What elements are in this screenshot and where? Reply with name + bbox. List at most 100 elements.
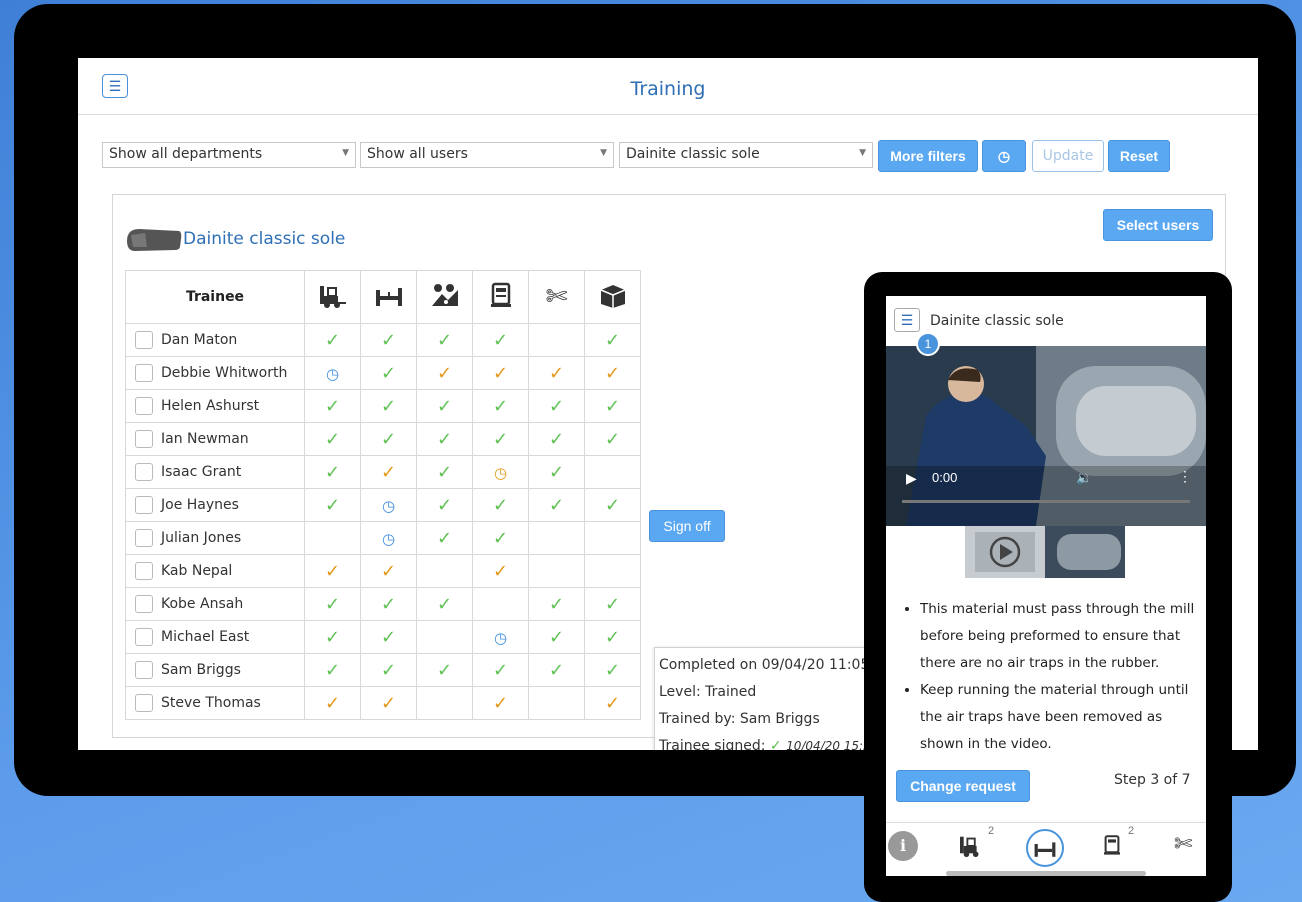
status-cell[interactable]: ✓ (584, 686, 641, 720)
press-icon[interactable] (1100, 833, 1124, 863)
status-cell[interactable]: ✓ (472, 422, 529, 456)
status-cell[interactable]: ✓ (472, 323, 529, 357)
info-icon[interactable]: i (888, 831, 918, 861)
status-cell[interactable]: ◷ (304, 356, 361, 390)
status-cell[interactable]: ✓ (416, 389, 473, 423)
status-cell[interactable]: ✓ (360, 356, 417, 390)
department-select[interactable]: Show all departments ▼ (102, 142, 356, 168)
status-cell[interactable]: ✓ (528, 422, 585, 456)
status-cell[interactable] (528, 554, 585, 588)
status-cell[interactable]: ✓ (416, 521, 473, 555)
phone-hamburger-menu-icon[interactable]: ☰ (894, 308, 920, 332)
training-video[interactable]: ▶ 0:00 🔉 ⋮ (886, 346, 1206, 526)
status-cell[interactable]: ✓ (416, 455, 473, 489)
status-cell[interactable]: ✓ (584, 653, 641, 687)
status-cell[interactable] (416, 686, 473, 720)
status-cell[interactable]: ✓ (416, 323, 473, 357)
mill-icon[interactable] (1026, 829, 1064, 867)
status-cell[interactable]: ✓ (304, 455, 361, 489)
trainee-checkbox[interactable] (135, 397, 153, 415)
update-button[interactable]: Update (1032, 140, 1104, 172)
status-cell[interactable]: ✓ (584, 620, 641, 654)
more-options-icon[interactable]: ⋮ (1178, 468, 1192, 485)
trainee-checkbox[interactable] (135, 463, 153, 481)
play-icon[interactable]: ▶ (906, 470, 917, 487)
thumbnail-strip-image[interactable] (965, 526, 1125, 578)
status-cell[interactable] (416, 554, 473, 588)
trainee-checkbox[interactable] (135, 694, 153, 712)
status-cell[interactable]: ✓ (472, 389, 529, 423)
status-cell[interactable]: ✓ (360, 554, 417, 588)
more-filters-button[interactable]: More filters (878, 140, 978, 172)
users-select[interactable]: Show all users ▼ (360, 142, 614, 168)
change-request-button[interactable]: Change request (896, 770, 1030, 802)
status-cell[interactable]: ✓ (416, 422, 473, 456)
status-cell[interactable]: ✓ (360, 455, 417, 489)
status-cell[interactable]: ✓ (304, 389, 361, 423)
status-cell[interactable]: ✓ (304, 587, 361, 621)
status-cell[interactable]: ✓ (528, 488, 585, 522)
status-cell[interactable] (584, 521, 641, 555)
status-cell[interactable]: ✓ (528, 455, 585, 489)
status-cell[interactable]: ✓ (416, 653, 473, 687)
status-cell[interactable]: ✓ (528, 587, 585, 621)
video-progress-track[interactable] (902, 500, 1190, 503)
volume-icon[interactable]: 🔉 (1076, 470, 1092, 486)
status-cell[interactable]: ✓ (304, 422, 361, 456)
status-cell[interactable]: ✓ (528, 653, 585, 687)
trainee-checkbox[interactable] (135, 628, 153, 646)
trainee-checkbox[interactable] (135, 562, 153, 580)
status-cell[interactable]: ✓ (416, 587, 473, 621)
trainee-checkbox[interactable] (135, 496, 153, 514)
status-cell[interactable]: ✓ (360, 389, 417, 423)
status-cell[interactable]: ◷ (360, 521, 417, 555)
status-cell[interactable] (528, 686, 585, 720)
status-cell[interactable]: ✓ (584, 323, 641, 357)
trainee-checkbox[interactable] (135, 595, 153, 613)
status-cell[interactable]: ◷ (472, 620, 529, 654)
status-cell[interactable]: ✓ (472, 554, 529, 588)
status-cell[interactable]: ✓ (472, 521, 529, 555)
status-cell[interactable]: ✓ (360, 323, 417, 357)
status-cell[interactable]: ✓ (360, 686, 417, 720)
trainee-checkbox[interactable] (135, 331, 153, 349)
status-cell[interactable]: ✓ (584, 422, 641, 456)
status-cell[interactable] (416, 620, 473, 654)
status-cell[interactable]: ✓ (472, 356, 529, 390)
status-cell[interactable]: ✓ (528, 389, 585, 423)
status-cell[interactable]: ✓ (584, 587, 641, 621)
scissors-icon[interactable]: ✄ (1174, 831, 1192, 857)
status-cell[interactable] (584, 554, 641, 588)
status-cell[interactable] (304, 521, 361, 555)
product-select[interactable]: Dainite classic sole ▼ (619, 142, 873, 168)
status-cell[interactable]: ✓ (472, 488, 529, 522)
status-cell[interactable]: ✓ (528, 356, 585, 390)
status-cell[interactable]: ◷ (472, 455, 529, 489)
status-cell[interactable]: ✓ (304, 488, 361, 522)
forklift-icon[interactable] (958, 833, 986, 863)
status-cell[interactable]: ✓ (472, 686, 529, 720)
status-cell[interactable]: ✓ (304, 554, 361, 588)
status-cell[interactable]: ✓ (416, 488, 473, 522)
history-button[interactable]: ◷ (982, 140, 1026, 172)
trainee-checkbox[interactable] (135, 430, 153, 448)
trainee-checkbox[interactable] (135, 661, 153, 679)
status-cell[interactable]: ✓ (304, 653, 361, 687)
status-cell[interactable]: ✓ (584, 356, 641, 390)
status-cell[interactable] (584, 455, 641, 489)
status-cell[interactable]: ✓ (360, 422, 417, 456)
status-cell[interactable]: ✓ (360, 620, 417, 654)
status-cell[interactable] (528, 323, 585, 357)
status-cell[interactable]: ◷ (360, 488, 417, 522)
trainee-checkbox[interactable] (135, 529, 153, 547)
status-cell[interactable]: ✓ (360, 653, 417, 687)
select-users-button[interactable]: Select users (1103, 209, 1213, 241)
status-cell[interactable] (472, 587, 529, 621)
status-cell[interactable]: ✓ (304, 323, 361, 357)
status-cell[interactable]: ✓ (360, 587, 417, 621)
status-cell[interactable]: ✓ (584, 488, 641, 522)
status-cell[interactable]: ✓ (416, 356, 473, 390)
reset-button[interactable]: Reset (1108, 140, 1170, 172)
status-cell[interactable]: ✓ (528, 620, 585, 654)
status-cell[interactable]: ✓ (304, 686, 361, 720)
